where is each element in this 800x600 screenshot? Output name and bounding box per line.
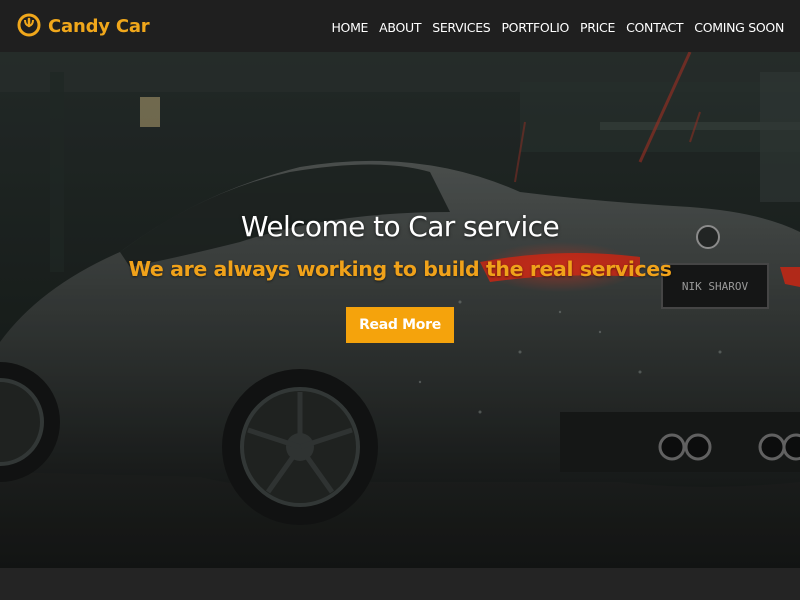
nav-link-portfolio[interactable]: PORTFOLIO	[501, 20, 569, 35]
hero-subtitle: We are always working to build the real …	[128, 257, 672, 281]
hero-title: Welcome to Car service	[240, 210, 560, 243]
nav-item-price: PRICE	[580, 17, 615, 36]
next-section-strip	[0, 568, 800, 600]
nav-item-coming-soon: COMING SOON	[694, 17, 784, 36]
location-pin-icon	[17, 13, 41, 37]
nav-link-about[interactable]: ABOUT	[379, 20, 421, 35]
nav-link-price[interactable]: PRICE	[580, 20, 615, 35]
navbar: Candy Car HOME ABOUT SERVICES PORTFOLIO …	[0, 0, 800, 52]
nav-link-coming-soon[interactable]: COMING SOON	[694, 20, 784, 35]
nav-menu: HOME ABOUT SERVICES PORTFOLIO PRICE CONT…	[320, 0, 784, 52]
hero-section: NIK SHAROV Welcome to Car service We are…	[0, 52, 800, 568]
brand-logo[interactable]: Candy Car	[16, 13, 150, 39]
brand-name: Candy Car	[48, 15, 150, 37]
nav-link-contact[interactable]: CONTACT	[626, 20, 683, 35]
nav-item-services: SERVICES	[432, 17, 491, 36]
hero-content: Welcome to Car service We are always wor…	[0, 210, 800, 343]
nav-item-contact: CONTACT	[626, 17, 683, 36]
nav-item-about: ABOUT	[379, 17, 421, 36]
nav-link-home[interactable]: HOME	[331, 20, 368, 35]
nav-link-services[interactable]: SERVICES	[432, 20, 491, 35]
nav-item-home: HOME	[331, 17, 368, 36]
nav-item-portfolio: PORTFOLIO	[501, 17, 569, 36]
read-more-button[interactable]: Read More	[346, 307, 454, 343]
